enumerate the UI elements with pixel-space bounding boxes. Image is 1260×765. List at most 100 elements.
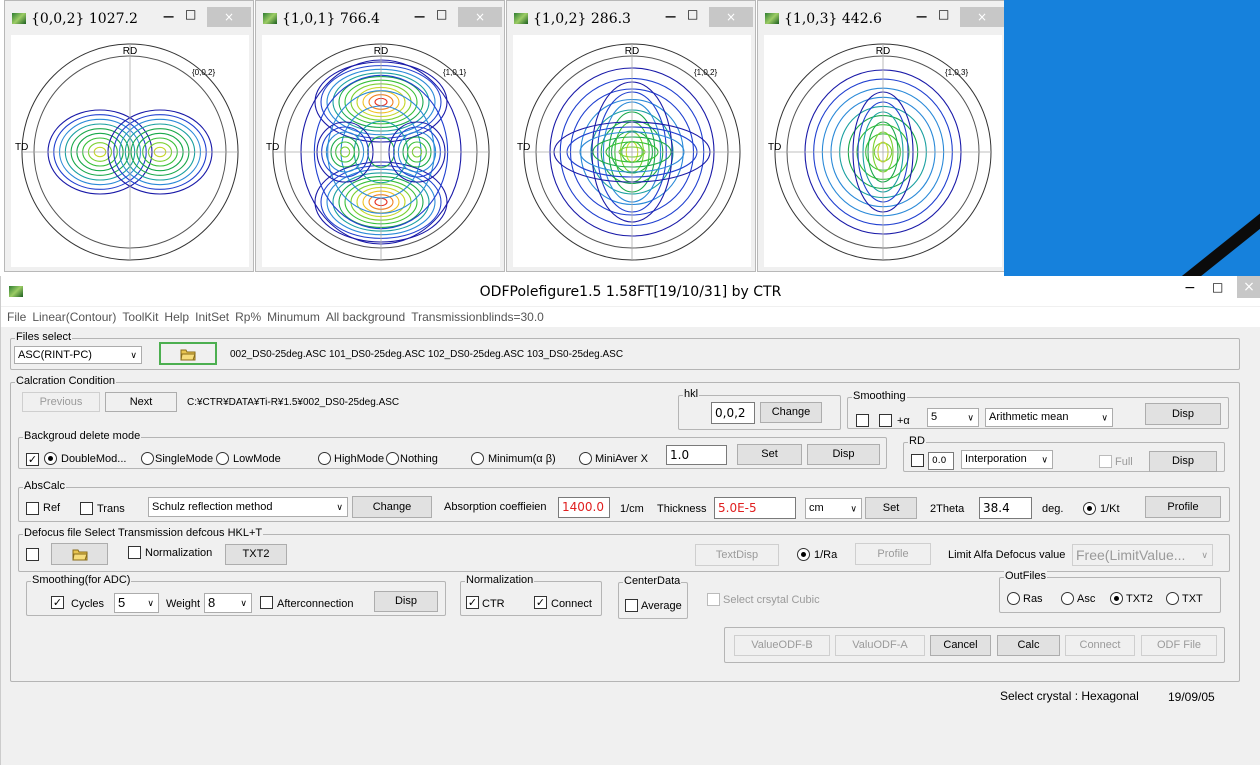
background-checkbox[interactable]: ✓ xyxy=(26,453,39,466)
file-format-select[interactable]: ASC(RINT-PC) ∨ xyxy=(14,346,142,364)
maximize-button[interactable]: □ xyxy=(1212,280,1223,294)
hkl-input[interactable]: 0,0,2 xyxy=(711,402,755,424)
close-button[interactable]: × xyxy=(960,7,1004,27)
abscalc-method-select[interactable]: Schulz reflection method ∨ xyxy=(148,497,348,517)
background-mode-radio-2[interactable] xyxy=(141,452,154,465)
pole-figure-window-2[interactable]: {1,0,1} 766.4 − □ × RD TD {1,0,1} xyxy=(255,0,505,272)
rd-interpolation-select[interactable]: Interporation ∨ xyxy=(961,450,1053,469)
next-button[interactable]: Next xyxy=(105,392,177,412)
select-cubic-checkbox[interactable] xyxy=(707,593,720,606)
minimize-button[interactable]: − xyxy=(1184,280,1196,296)
textdisp-button[interactable]: TextDisp xyxy=(695,544,779,566)
menu-item-minumum[interactable]: Minumum xyxy=(267,310,320,324)
menu-item-all-background[interactable]: All background xyxy=(326,310,405,324)
background-mode-radio-7[interactable] xyxy=(579,452,592,465)
minimize-button[interactable]: − xyxy=(413,7,426,26)
menu-item-transmissionblinds-30-0[interactable]: Transmissionblinds=30.0 xyxy=(411,310,544,324)
minimize-button[interactable]: − xyxy=(664,7,677,26)
weight-select[interactable]: 8 ∨ xyxy=(204,593,252,613)
previous-button[interactable]: Previous xyxy=(22,392,100,412)
ref-checkbox[interactable] xyxy=(26,502,39,515)
pole-figure-window-3[interactable]: {1,0,2} 286.3 − □ × RD TD {1,0,2} xyxy=(506,0,756,272)
abscalc-set-button[interactable]: Set xyxy=(865,497,917,519)
abscalc-profile-button[interactable]: Profile xyxy=(1145,496,1221,518)
outfile-radio-txt[interactable] xyxy=(1166,592,1179,605)
cycles-select[interactable]: 5 ∨ xyxy=(114,593,159,613)
maximize-button[interactable]: □ xyxy=(185,7,196,21)
defocus-normalization-checkbox[interactable] xyxy=(128,546,141,559)
close-button[interactable]: × xyxy=(709,7,753,27)
background-set-button[interactable]: Set xyxy=(737,444,802,465)
calc-button[interactable]: Calc xyxy=(997,635,1060,656)
menu-item-rp-[interactable]: Rp% xyxy=(235,310,261,324)
smoothing-checkbox[interactable] xyxy=(856,414,869,427)
pole-figure-window-4[interactable]: {1,0,3} 442.6 − □ × RD TD {1,0,3} xyxy=(757,0,1007,272)
pole-titlebar[interactable]: {1,0,2} 286.3 − □ × xyxy=(507,1,755,35)
smoothing-disp-button[interactable]: Disp xyxy=(1145,403,1221,425)
hkl-change-button[interactable]: Change xyxy=(760,402,822,423)
thickness-input[interactable]: 5.0E-5 xyxy=(714,497,796,519)
close-button[interactable]: × xyxy=(458,7,502,27)
pole-figure-window-1[interactable]: {0,0,2} 1027.2 − □ × RD TD {0,0,2} xyxy=(4,0,254,272)
background-mode-radio-3[interactable] xyxy=(216,452,229,465)
pole-titlebar[interactable]: {1,0,1} 766.4 − □ × xyxy=(256,1,504,35)
maximize-button[interactable]: □ xyxy=(687,7,698,21)
minimize-button[interactable]: − xyxy=(162,7,175,26)
rd-checkbox[interactable] xyxy=(911,454,924,467)
rd-disp-button[interactable]: Disp xyxy=(1149,451,1217,472)
background-mode-radio-4[interactable] xyxy=(318,452,331,465)
smoothing-adc-disp-button[interactable]: Disp xyxy=(374,591,438,612)
pole-titlebar[interactable]: {0,0,2} 1027.2 − □ × xyxy=(5,1,253,35)
open-folder-button[interactable] xyxy=(159,342,217,365)
background-value-input[interactable]: 1.0 xyxy=(666,445,727,465)
cycles-checkbox[interactable]: ✓ xyxy=(51,596,64,609)
twotheta-input[interactable]: 38.4 xyxy=(979,497,1032,519)
cancel-button[interactable]: Cancel xyxy=(930,635,991,656)
background-disp-button[interactable]: Disp xyxy=(807,444,880,465)
abscalc-change-button[interactable]: Change xyxy=(352,496,432,518)
thickness-unit-select[interactable]: cm ∨ xyxy=(805,498,862,519)
connect-checkbox[interactable]: ✓ xyxy=(534,596,547,609)
limit-alfa-select[interactable]: Free(LimitValue... ∨ xyxy=(1072,544,1213,566)
close-button[interactable]: × xyxy=(207,7,251,27)
background-mode-radio-6[interactable] xyxy=(471,452,484,465)
maximize-button[interactable]: □ xyxy=(938,7,949,21)
odf-file-button[interactable]: ODF File xyxy=(1141,635,1217,656)
pole-titlebar[interactable]: {1,0,3} 442.6 − □ × xyxy=(758,1,1006,35)
average-checkbox[interactable] xyxy=(625,599,638,612)
ra-radio[interactable] xyxy=(797,548,810,561)
kt-radio[interactable] xyxy=(1083,502,1096,515)
menu-item-file[interactable]: File xyxy=(7,310,26,324)
close-button[interactable]: × xyxy=(1237,276,1260,298)
menu-item-toolkit[interactable]: ToolKit xyxy=(122,310,158,324)
rd-value-input[interactable]: 0.0 xyxy=(928,452,954,470)
defocus-profile-button[interactable]: Profile xyxy=(855,543,931,565)
txt2-button[interactable]: TXT2 xyxy=(225,544,287,565)
cycles-label: Cycles xyxy=(71,598,105,610)
menu-item-help[interactable]: Help xyxy=(164,310,189,324)
main-titlebar[interactable]: ODFPolefigure1.5 1.58FT[19/10/31] by CTR… xyxy=(1,276,1260,306)
absorption-unit: 1/cm xyxy=(620,503,644,515)
valueodf-b-button[interactable]: ValueODF-B xyxy=(734,635,830,656)
connect-button[interactable]: Connect xyxy=(1065,635,1135,656)
valuodf-a-button[interactable]: ValuODF-A xyxy=(835,635,925,656)
smoothing-level-select[interactable]: 5 ∨ xyxy=(927,408,979,427)
background-mode-radio-1[interactable] xyxy=(44,452,57,465)
outfile-radio-asc[interactable] xyxy=(1061,592,1074,605)
absorption-input[interactable]: 1400.0 xyxy=(558,497,610,518)
rd-full-checkbox[interactable] xyxy=(1099,455,1112,468)
defocus-open-button[interactable] xyxy=(51,543,108,565)
smoothing-method-select[interactable]: Arithmetic mean ∨ xyxy=(985,408,1113,427)
outfile-radio-ras[interactable] xyxy=(1007,592,1020,605)
smoothing-plus-alpha-checkbox[interactable] xyxy=(879,414,892,427)
afterconnection-checkbox[interactable] xyxy=(260,596,273,609)
ctr-checkbox[interactable]: ✓ xyxy=(466,596,479,609)
minimize-button[interactable]: − xyxy=(915,7,928,26)
defocus-checkbox[interactable] xyxy=(26,548,39,561)
background-mode-radio-5[interactable] xyxy=(386,452,399,465)
trans-checkbox[interactable] xyxy=(80,502,93,515)
maximize-button[interactable]: □ xyxy=(436,7,447,21)
outfile-radio-txt2[interactable] xyxy=(1110,592,1123,605)
menu-item-linear-contour-[interactable]: Linear(Contour) xyxy=(32,310,116,324)
menu-item-initset[interactable]: InitSet xyxy=(195,310,229,324)
